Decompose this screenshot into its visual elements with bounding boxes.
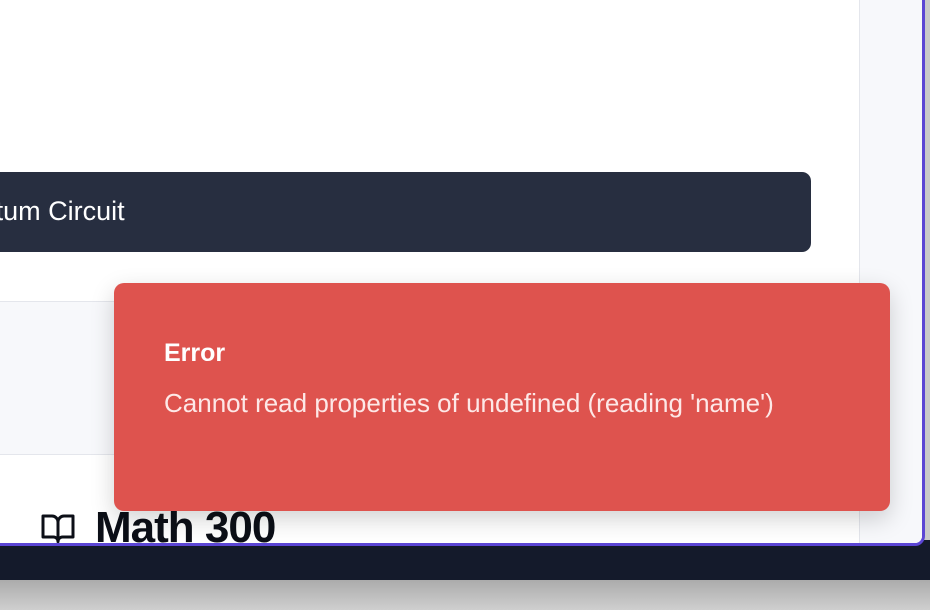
- course-button-label: Intro to Quantum Circuit: [0, 196, 125, 226]
- desktop-background: [0, 578, 930, 610]
- dock-bar: [0, 540, 930, 580]
- error-toast[interactable]: Error Cannot read properties of undefine…: [114, 283, 890, 511]
- course-button-active[interactable]: Intro to Quantum Circuit: [0, 172, 811, 252]
- toast-message: Cannot read properties of undefined (rea…: [164, 388, 774, 418]
- toast-title: Error: [164, 339, 226, 367]
- book-open-icon: [41, 514, 75, 543]
